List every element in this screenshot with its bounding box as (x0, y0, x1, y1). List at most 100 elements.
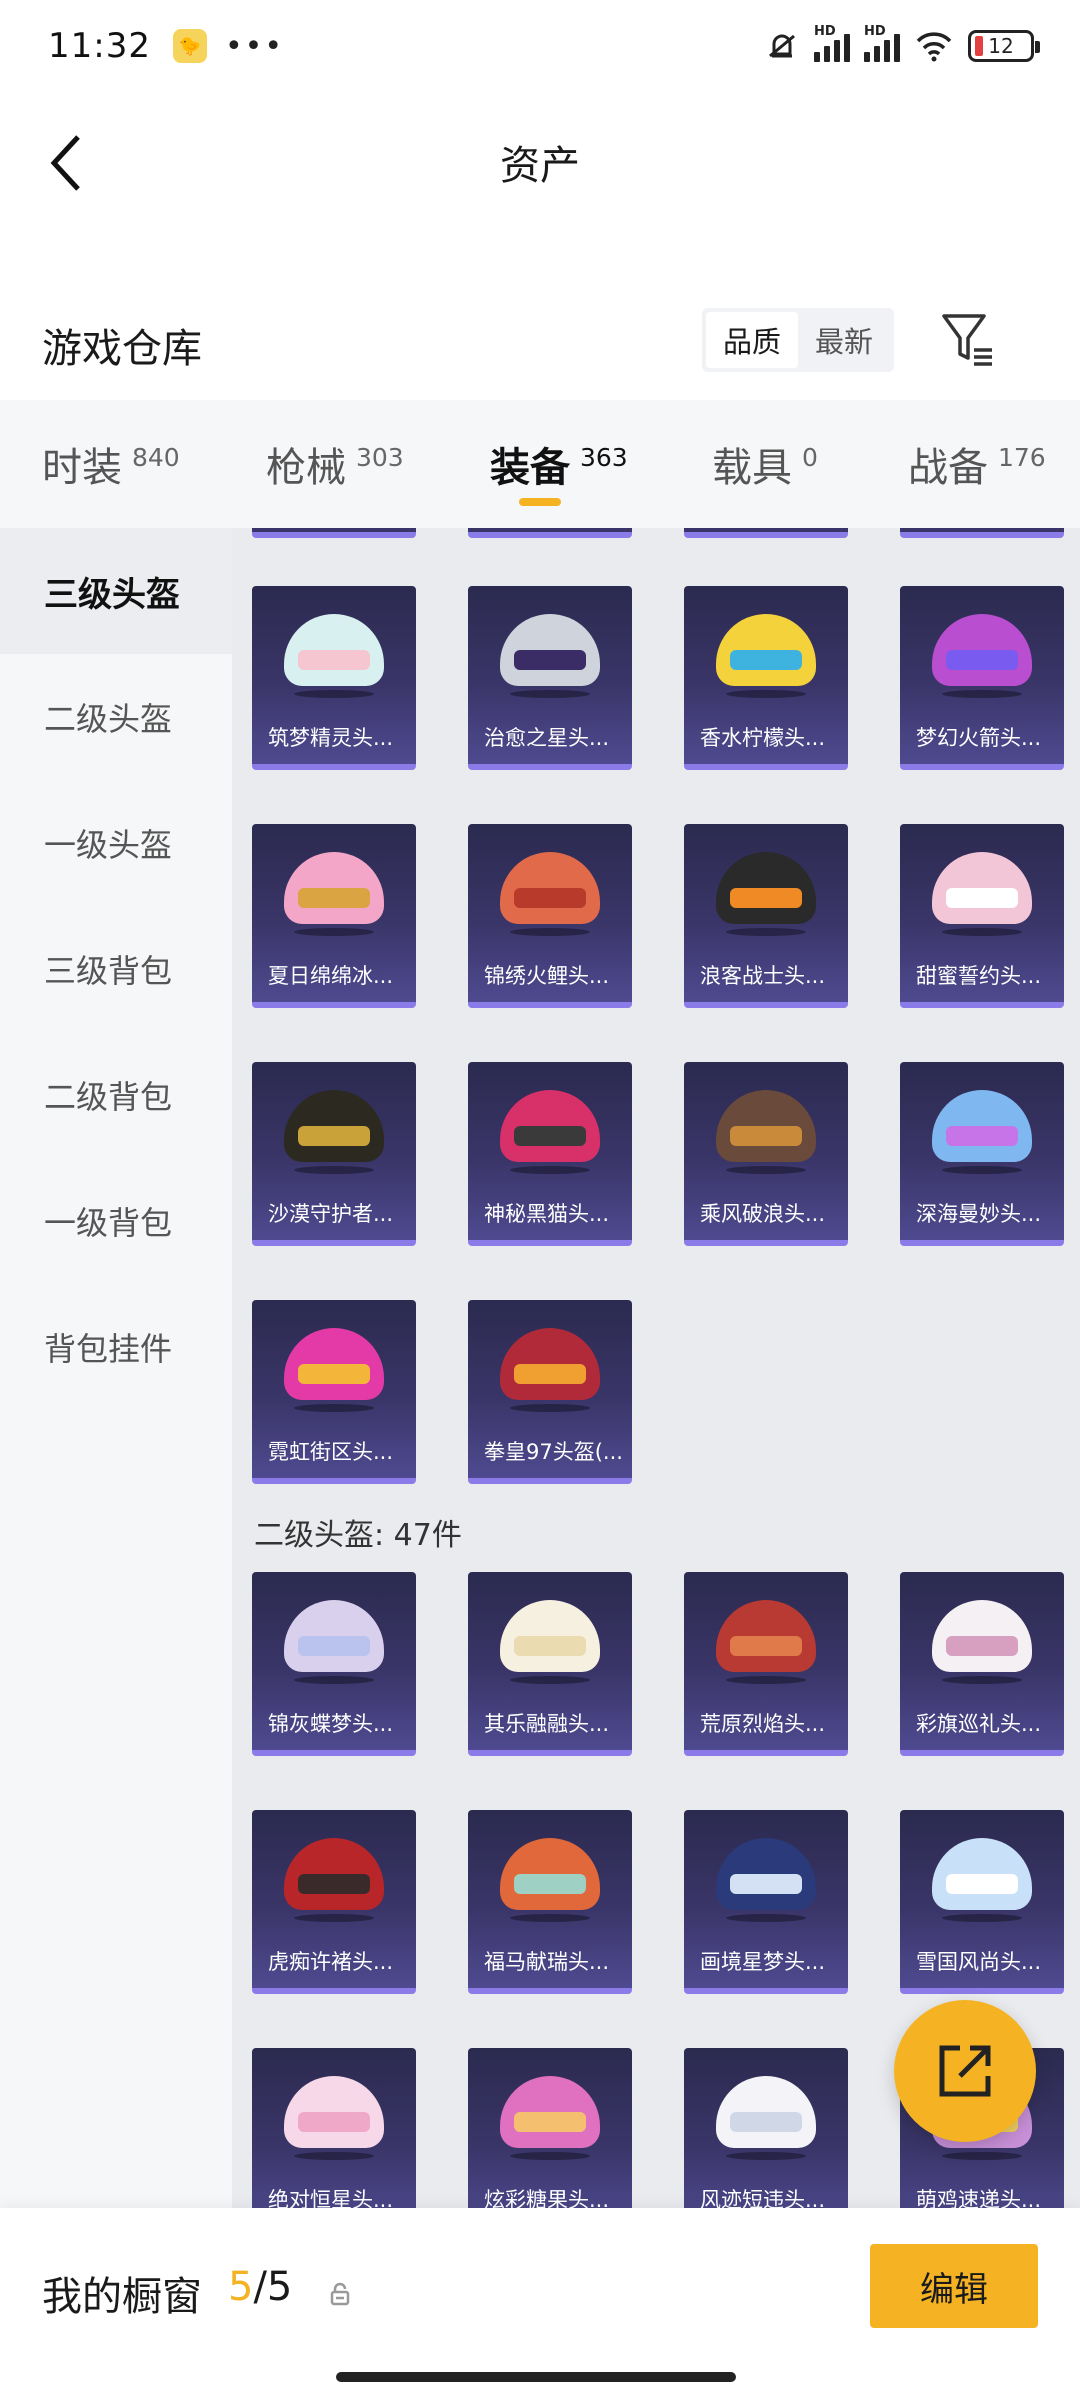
helmet-icon (716, 1838, 816, 1922)
item-card[interactable]: 治愈之星头... (468, 586, 632, 770)
sidebar-item-level1-backpack[interactable]: 一级背包 (0, 1158, 232, 1284)
item-card[interactable]: 甜蜜誓约头... (900, 824, 1064, 1008)
item-card[interactable]: 香水柠檬头... (684, 586, 848, 770)
lock-icon (330, 2282, 350, 2306)
item-card-partial[interactable] (684, 528, 848, 538)
sidebar-item-level2-backpack[interactable]: 二级背包 (0, 1032, 232, 1158)
tab-vehicles[interactable]: 载具 0 (712, 400, 818, 528)
tab-fashion[interactable]: 时装 840 (42, 400, 180, 528)
item-card[interactable]: 锦绣火鲤头... (468, 824, 632, 1008)
helmet-icon (284, 852, 384, 936)
active-tab-indicator (518, 498, 561, 506)
item-card[interactable]: 绝对恒星头... (252, 2048, 416, 2208)
home-indicator[interactable] (336, 2372, 736, 2382)
edit-button[interactable]: 编辑 (870, 2244, 1038, 2328)
item-card[interactable]: 锦灰蝶梦头... (252, 1572, 416, 1756)
title-bar: 资产 (0, 92, 1080, 232)
battery-level: 12 (988, 34, 1014, 58)
item-grid: 二级头盔: 47件 筑梦精灵头... 治愈之星头... 香水柠檬头... 梦幻火箭头.… (232, 528, 1080, 2208)
item-name: 夏日绵绵冰... (268, 964, 394, 988)
item-card[interactable]: 雪国风尚头... (900, 1810, 1064, 1994)
helmet-icon (500, 1600, 600, 1684)
item-name: 乘风破浪头... (700, 1202, 826, 1226)
more-notifications-icon: ••• (224, 28, 285, 64)
sidebar-item-level1-helmet[interactable]: 一级头盔 (0, 780, 232, 906)
tab-combat-gear[interactable]: 战备 176 (908, 400, 1046, 528)
item-card[interactable]: 风迹短违头... (684, 2048, 848, 2208)
item-card[interactable]: 其乐融融头... (468, 1572, 632, 1756)
sidebar-item-backpack-charm[interactable]: 背包挂件 (0, 1284, 232, 1410)
category-tabs: 时装 840 枪械 303 装备 363 载具 0 战备 176 (0, 400, 1080, 528)
back-button[interactable] (36, 128, 96, 198)
item-card-partial[interactable] (468, 528, 632, 538)
tab-guns[interactable]: 枪械 303 (266, 400, 404, 528)
item-card[interactable]: 乘风破浪头... (684, 1062, 848, 1246)
helmet-icon (716, 2076, 816, 2160)
mute-bell-icon (769, 34, 795, 58)
item-card-partial[interactable] (252, 528, 416, 538)
helmet-icon (284, 1600, 384, 1684)
item-card[interactable]: 沙漠守护者... (252, 1062, 416, 1246)
helmet-icon (932, 1600, 1032, 1684)
item-card-partial[interactable] (900, 528, 1064, 538)
tab-equipment[interactable]: 装备 363 (490, 400, 628, 528)
item-name: 炫彩糖果头... (484, 2188, 610, 2208)
sort-quality-button[interactable]: 品质 (706, 312, 798, 368)
item-card[interactable]: 彩旗巡礼头... (900, 1572, 1064, 1756)
item-card[interactable]: 炫彩糖果头... (468, 2048, 632, 2208)
helmet-icon (716, 1090, 816, 1174)
helmet-icon (500, 614, 600, 698)
filter-icon[interactable] (940, 310, 996, 370)
item-card[interactable]: 筑梦精灵头... (252, 586, 416, 770)
item-card[interactable]: 浪客战士头... (684, 824, 848, 1008)
signal-icon-1: HD (814, 24, 850, 62)
item-card[interactable]: 画境星梦头... (684, 1810, 848, 1994)
sort-newest-button[interactable]: 最新 (798, 312, 890, 368)
item-name: 风迹短违头... (700, 2188, 826, 2208)
item-card[interactable]: 拳皇97头盔(... (468, 1300, 632, 1484)
sidebar-item-level3-helmet[interactable]: 三级头盔 (0, 528, 232, 654)
app-notification-icon: 🐤 (172, 29, 207, 63)
sidebar-item-level3-backpack[interactable]: 三级背包 (0, 906, 232, 1032)
item-card[interactable]: 深海曼妙头... (900, 1062, 1064, 1246)
item-name: 筑梦精灵头... (268, 726, 394, 750)
helmet-icon (932, 614, 1032, 698)
status-bar: 11:32 🐤 ••• HD HD 12 (0, 0, 1080, 92)
item-name: 锦灰蝶梦头... (268, 1712, 394, 1736)
share-external-icon (939, 2045, 991, 2097)
tab-label: 装备 (490, 445, 570, 491)
tab-count: 303 (356, 442, 404, 472)
helmet-icon (500, 1328, 600, 1412)
item-card[interactable]: 霓虹街区头... (252, 1300, 416, 1484)
item-name: 彩旗巡礼头... (916, 1712, 1042, 1736)
helmet-icon (500, 1838, 600, 1922)
item-name: 绝对恒星头... (268, 2188, 394, 2208)
sidebar: 三级头盔 二级头盔 一级头盔 三级背包 二级背包 一级背包 背包挂件 (0, 528, 232, 2208)
item-name: 深海曼妙头... (916, 1202, 1042, 1226)
helmet-icon (716, 852, 816, 936)
chevron-left-icon (50, 135, 80, 191)
item-card[interactable]: 神秘黑猫头... (468, 1062, 632, 1246)
helmet-icon (284, 2076, 384, 2160)
tab-label: 战备 (908, 445, 988, 491)
item-card[interactable]: 福马献瑞头... (468, 1810, 632, 1994)
item-name: 雪国风尚头... (916, 1950, 1042, 1974)
status-time: 11:32 (48, 26, 151, 66)
item-name: 香水柠檬头... (700, 726, 826, 750)
item-card[interactable]: 夏日绵绵冰... (252, 824, 416, 1008)
item-card[interactable]: 荒原烈焰头... (684, 1572, 848, 1756)
showcase-label: 我的橱窗 (42, 2274, 202, 2320)
page-title: 资产 (500, 143, 580, 189)
tab-label: 时装 (42, 445, 122, 491)
tab-count: 840 (132, 442, 180, 472)
item-name: 沙漠守护者... (268, 1202, 394, 1226)
item-card[interactable]: 梦幻火箭头... (900, 586, 1064, 770)
item-name: 虎痴许褚头... (268, 1950, 394, 1974)
share-button[interactable] (894, 2000, 1036, 2142)
item-name: 拳皇97头盔(... (484, 1440, 623, 1464)
tab-count: 176 (998, 442, 1046, 472)
helmet-icon (932, 1090, 1032, 1174)
sidebar-item-level2-helmet[interactable]: 二级头盔 (0, 654, 232, 780)
item-card[interactable]: 虎痴许褚头... (252, 1810, 416, 1994)
wifi-icon (916, 32, 952, 62)
